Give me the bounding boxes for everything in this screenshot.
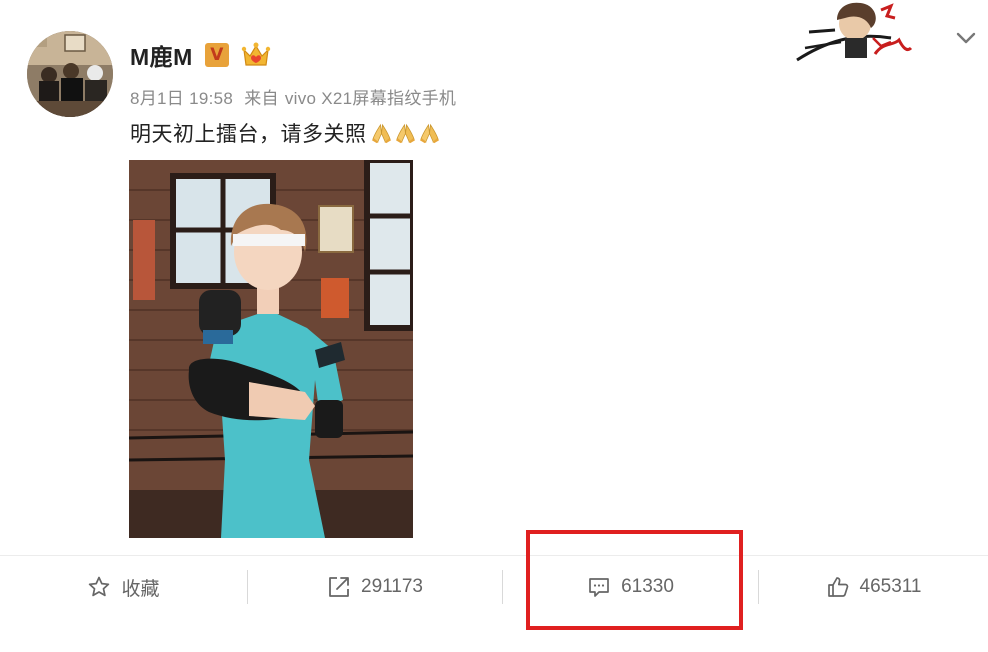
pray-icon (395, 123, 415, 143)
emoji-group (369, 122, 441, 145)
author-avatar[interactable] (27, 31, 113, 117)
weibo-post: M鹿M V 8月1日 19:58 来自 vivo X21屏幕指纹手机 明天初上擂台… (0, 0, 988, 652)
action-bar: 收藏 291173 61330 465311 (0, 556, 988, 652)
star-icon (89, 576, 110, 597)
author-name[interactable]: M鹿M (130, 38, 193, 72)
pray-icon (371, 123, 391, 143)
favorite-button[interactable]: 收藏 (0, 556, 247, 618)
comment-icon (589, 578, 609, 597)
chevron-down-icon[interactable] (955, 30, 977, 46)
comment-count: 61330 (621, 576, 674, 597)
like-count: 465311 (859, 576, 922, 597)
signature-sticker (796, 2, 913, 62)
pray-icon (419, 123, 439, 143)
crown-icon (241, 42, 271, 66)
repost-button[interactable]: 291173 (248, 556, 502, 618)
author-row: M鹿M V (130, 38, 271, 72)
favorite-label: 收藏 (121, 578, 160, 600)
post-device[interactable]: vivo X21屏幕指纹手机 (285, 89, 456, 108)
post-text: 明天初上擂台，请多关照 (130, 118, 441, 148)
comment-button[interactable]: 61330 (503, 556, 758, 618)
share-icon (329, 577, 349, 597)
post-date[interactable]: 8月1日 19:58 (130, 89, 233, 108)
post-meta: 8月1日 19:58 来自 vivo X21屏幕指纹手机 (130, 84, 456, 109)
like-button[interactable]: 465311 (759, 556, 988, 618)
post-text-content: 明天初上擂台，请多关照 (130, 123, 367, 146)
post-image[interactable] (129, 160, 413, 538)
repost-count: 291173 (361, 576, 423, 597)
thumbs-up-icon (827, 577, 848, 597)
verified-badge-icon: V (204, 43, 229, 67)
post-source-prefix: 来自 (244, 89, 279, 108)
